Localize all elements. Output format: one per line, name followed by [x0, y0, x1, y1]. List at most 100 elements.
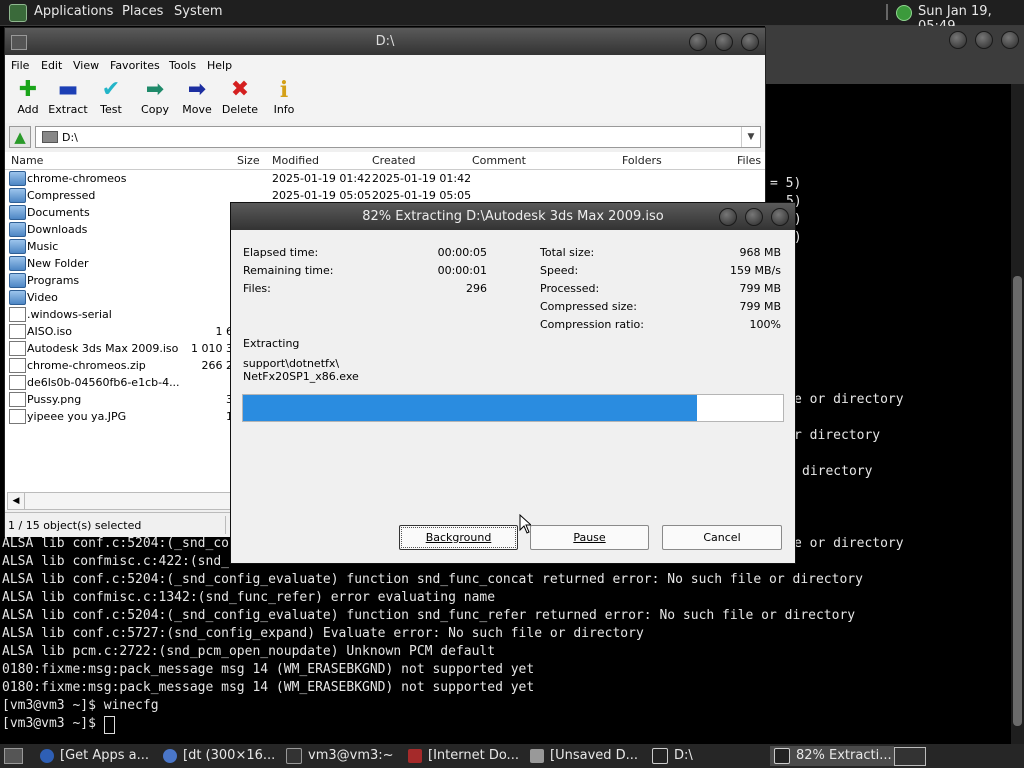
maximize-icon[interactable]: [975, 31, 993, 49]
copy-button[interactable]: ➡ Copy: [132, 77, 178, 116]
wine-icon: [408, 748, 422, 763]
file-icon: [9, 307, 26, 322]
file-icon: [9, 341, 26, 356]
file-icon: [9, 409, 26, 424]
elapsed-time-label: Elapsed time:: [243, 246, 319, 259]
terminal-scrollbar[interactable]: [1011, 84, 1024, 744]
remaining-time-label: Remaining time:: [243, 264, 334, 277]
column-folders[interactable]: Folders: [622, 154, 662, 167]
address-field[interactable]: D:\ ▼: [35, 126, 761, 148]
cancel-button[interactable]: Cancel: [662, 525, 782, 550]
dialog-titlebar[interactable]: 82% Extracting D:\Autodesk 3ds Max 2009.…: [231, 203, 795, 230]
delete-button[interactable]: ✖ Delete: [217, 77, 263, 116]
taskbar-item-notepad[interactable]: [Unsaved D...: [530, 746, 645, 766]
status-text: 1 / 15 object(s) selected: [8, 519, 142, 532]
column-name[interactable]: Name: [11, 154, 43, 167]
table-row[interactable]: chrome-chromeos 2025-01-19 01:42 2025-01-1…: [5, 170, 765, 187]
progress-bar-fill: [243, 395, 697, 421]
folder-icon: [9, 290, 26, 305]
pause-button[interactable]: Pause: [530, 525, 649, 550]
total-size-label: Total size:: [540, 246, 595, 259]
terminal-line: ALSA lib conf.c:5204:(_snd_config_evalua…: [2, 572, 863, 587]
total-size-value: 968 MB: [739, 246, 781, 259]
show-desktop-icon[interactable]: [4, 748, 23, 764]
processed-label: Processed:: [540, 282, 600, 295]
column-comment[interactable]: Comment: [472, 154, 526, 167]
file-created: 2025-01-19 05:05: [372, 189, 472, 202]
terminal-titlebar[interactable]: [765, 26, 1024, 84]
close-icon[interactable]: [771, 208, 789, 226]
taskbar-item-7zip[interactable]: D:\: [652, 746, 762, 766]
terminal-cursor: [104, 716, 115, 734]
menu-places[interactable]: Places: [122, 4, 163, 19]
file-name: Programs: [27, 274, 80, 287]
background-button[interactable]: Background: [399, 525, 518, 550]
close-icon[interactable]: [1001, 31, 1019, 49]
folder-icon: [9, 273, 26, 288]
taskbar-item-extracting[interactable]: 82% Extracti...: [770, 746, 894, 766]
file-size: 266 2: [201, 359, 234, 372]
notepad-icon: [530, 748, 544, 763]
file-name: Pussy.png: [27, 393, 82, 406]
chevron-down-icon[interactable]: ▼: [741, 127, 760, 147]
column-files[interactable]: Files: [737, 154, 761, 167]
terminal-line: ALSA lib pcm.c:2722:(snd_pcm_open_noupda…: [2, 644, 496, 659]
close-icon[interactable]: [741, 33, 759, 51]
chrome-icon: [163, 748, 177, 763]
menu-view[interactable]: View: [73, 59, 99, 72]
file-icon: [9, 358, 26, 373]
minimize-icon[interactable]: [949, 31, 967, 49]
file-manager-titlebar[interactable]: D:\: [5, 28, 765, 55]
extract-progress-dialog: 82% Extracting D:\Autodesk 3ds Max 2009.…: [230, 202, 796, 564]
taskbar-label: D:\: [674, 748, 693, 763]
extract-button[interactable]: ▬ Extract: [45, 77, 91, 116]
terminal-fragment: r directory: [794, 428, 881, 443]
file-icon: [9, 375, 26, 390]
menu-edit[interactable]: Edit: [41, 59, 62, 72]
taskbar-item-wine[interactable]: [Internet Do...: [408, 746, 523, 766]
scrollbar-thumb[interactable]: [1013, 276, 1022, 726]
check-icon: ✔: [101, 77, 121, 102]
menu-tools[interactable]: Tools: [169, 59, 196, 72]
menu-applications[interactable]: Applications: [34, 4, 113, 19]
taskbar-item-terminal[interactable]: vm3@vm3:~: [286, 746, 411, 766]
test-label: Test: [100, 103, 122, 116]
column-created[interactable]: Created: [372, 154, 416, 167]
copy-label: Copy: [141, 103, 169, 116]
column-modified[interactable]: Modified: [272, 154, 319, 167]
menu-favorites[interactable]: Favorites: [110, 59, 160, 72]
file-size: 1 010 3: [191, 342, 233, 355]
file-name: Autodesk 3ds Max 2009.iso: [27, 342, 179, 355]
column-size[interactable]: Size: [237, 154, 260, 167]
test-button[interactable]: ✔ Test: [88, 77, 134, 116]
maximize-icon[interactable]: [715, 33, 733, 51]
workspace-switcher[interactable]: [894, 747, 926, 766]
move-button[interactable]: ➡ Move: [174, 77, 220, 116]
info-button[interactable]: i Info: [261, 77, 307, 116]
menu-help[interactable]: Help: [207, 59, 232, 72]
move-arrow-icon: ➡: [187, 77, 207, 102]
file-name: Music: [27, 240, 59, 253]
maximize-icon[interactable]: [745, 208, 763, 226]
minimize-icon[interactable]: [719, 208, 737, 226]
7zip-icon: [774, 747, 790, 764]
file-name: Video: [27, 291, 58, 304]
scroll-left-icon[interactable]: ◀: [8, 493, 25, 509]
menu-system[interactable]: System: [174, 4, 222, 19]
taskbar-label: [Unsaved D...: [550, 748, 639, 763]
minimize-icon[interactable]: [689, 33, 707, 51]
terminal-line: ALSA lib conf.c:5204:(_snd_config_evalua…: [2, 608, 856, 623]
network-icon[interactable]: [896, 5, 912, 21]
7zip-icon: [652, 747, 668, 764]
distro-logo-icon[interactable]: [9, 4, 27, 22]
taskbar-item-chrome[interactable]: [dt (300×16...: [163, 746, 278, 766]
terminal-icon: [286, 747, 302, 764]
horizontal-scrollbar[interactable]: ◀: [7, 492, 231, 510]
terminal-line: ALSA lib conf.c:5727:(snd_config_expand)…: [2, 626, 644, 641]
folder-icon: [9, 239, 26, 254]
file-modified: 2025-01-19 05:05: [272, 189, 372, 202]
taskbar-item-firefox[interactable]: [Get Apps a...: [40, 746, 155, 766]
menu-file[interactable]: File: [11, 59, 29, 72]
up-folder-icon[interactable]: ▲: [9, 126, 31, 148]
terminal-line: [vm3@vm3 ~]$ winecfg: [2, 698, 159, 713]
